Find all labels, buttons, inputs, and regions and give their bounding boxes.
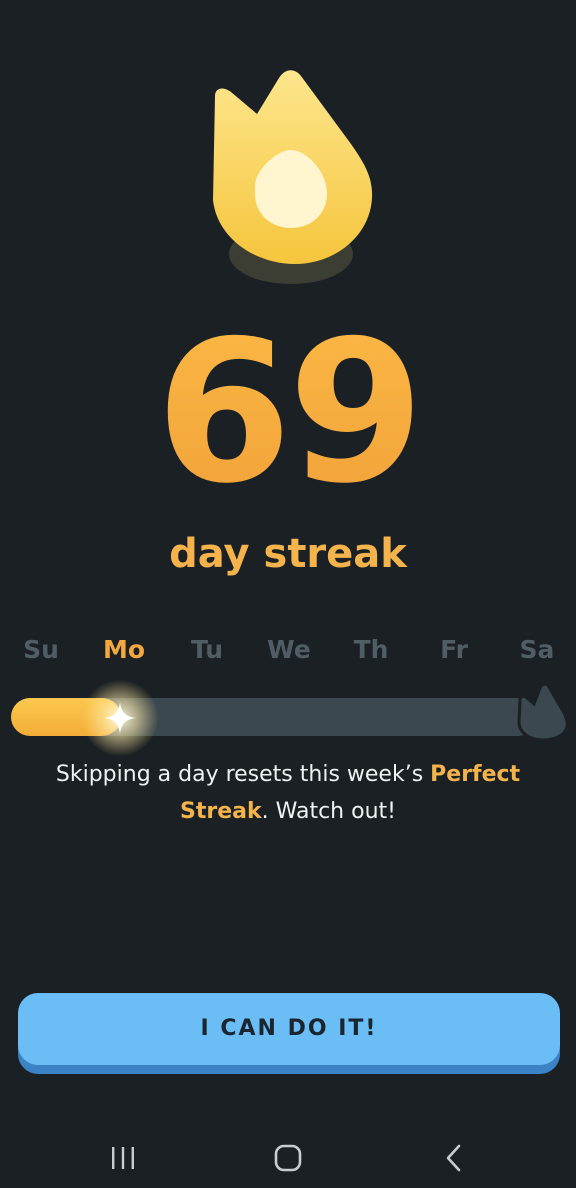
system-navigation-bar — [0, 1126, 576, 1188]
day-label-th: Th — [353, 635, 389, 664]
flame-icon — [205, 66, 375, 286]
day-label-su: Su — [23, 635, 59, 664]
flame-icon — [516, 682, 569, 742]
streak-label: day streak — [169, 531, 407, 577]
i-can-do-it-button[interactable]: I CAN DO IT! — [18, 993, 560, 1065]
day-label-sa: Sa — [519, 635, 555, 664]
sparkle-icon — [104, 702, 136, 734]
message-text: Skipping a day resets this week’s — [55, 762, 431, 787]
message-text-end: . Watch out! — [261, 799, 396, 824]
streak-count: 69 — [0, 315, 576, 511]
week-day-labels: Su Mo Tu We Th Fr Sa — [0, 630, 576, 670]
day-label-mo: Mo — [102, 635, 146, 664]
streak-warning-message: Skipping a day resets this week’s Perfec… — [30, 756, 546, 830]
day-label-tu: Tu — [190, 635, 224, 664]
day-label-fr: Fr — [440, 635, 468, 664]
home-icon[interactable] — [258, 1138, 318, 1178]
day-label-we: We — [267, 635, 311, 664]
back-icon[interactable] — [424, 1138, 484, 1178]
recents-icon[interactable] — [93, 1138, 153, 1178]
